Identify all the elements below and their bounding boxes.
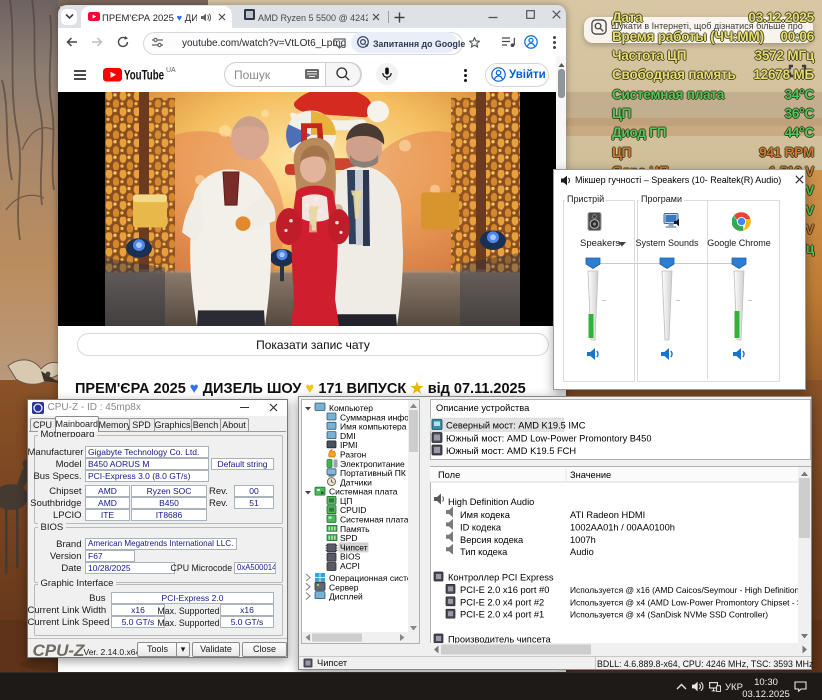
svg-text:High Definition Audio: High Definition Audio — [448, 497, 534, 507]
svg-text:1007h: 1007h — [570, 535, 596, 545]
svg-text:YouTube: YouTube — [124, 68, 164, 82]
svg-text:Южный мост: AMD K19.5 FCH: Южный мост: AMD K19.5 FCH — [446, 446, 576, 456]
svg-text:Северный мост: AMD K19.5 IMC: Северный мост: AMD K19.5 IMC — [446, 421, 586, 431]
svg-text:Используется @ x16 (AMD Caico: Используется @ x16 (AMD Caicos/Seymour -… — [570, 585, 811, 595]
svg-text:Южный мост: AMD Low-Power Prom: Южный мост: AMD Low-Power Promontory B45… — [446, 434, 652, 444]
svg-text:Дисплей: Дисплей — [329, 592, 363, 602]
svg-text:Тип кодека: Тип кодека — [460, 547, 508, 557]
svg-text:1002AA01h / 00AA0100h: 1002AA01h / 00AA0100h — [570, 522, 675, 532]
svg-text:PCI-E 2.0 x4 port #2: PCI-E 2.0 x4 port #2 — [460, 597, 544, 607]
svg-text:ATI Radeon HDMI: ATI Radeon HDMI — [570, 510, 645, 520]
svg-text:PCI-E 2.0 x16 port #0: PCI-E 2.0 x16 port #0 — [460, 585, 549, 595]
svg-text:PCI-E 2.0 x4 port #1: PCI-E 2.0 x4 port #1 — [460, 610, 544, 620]
svg-text:ID кодека: ID кодека — [460, 522, 502, 532]
svg-text:Имя кодека: Имя кодека — [460, 510, 511, 520]
svg-text:Audio: Audio — [570, 547, 594, 557]
svg-text:Поле: Поле — [438, 470, 460, 480]
svg-text:Значение: Значение — [570, 470, 611, 480]
svg-text:Версия кодека: Версия кодека — [460, 535, 524, 545]
svg-text:Используется @ x4 (AMD Low-Po: Используется @ x4 (AMD Low-Power Promont… — [570, 597, 811, 607]
svg-text:Описание устройства: Описание устройства — [436, 403, 530, 413]
svg-text:ACPI: ACPI — [340, 561, 360, 571]
svg-text:Контроллер PCI Express: Контроллер PCI Express — [448, 573, 554, 583]
svg-text:Используется @ x4 (SanDisk NV: Используется @ x4 (SanDisk NVMe SSD Cont… — [570, 610, 768, 620]
